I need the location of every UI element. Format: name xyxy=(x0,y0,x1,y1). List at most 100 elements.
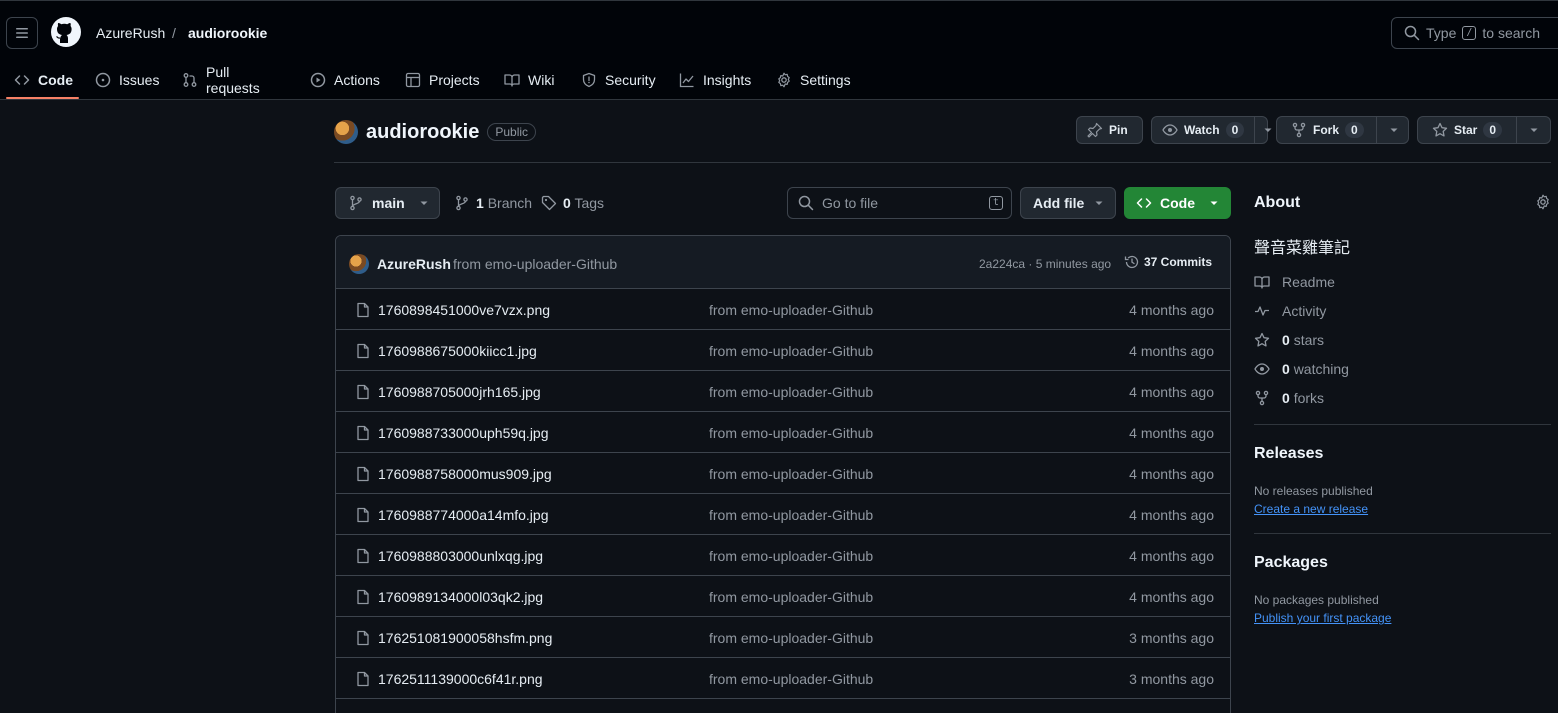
file-row[interactable]: 1760898451000ve7vzx.png from emo-uploader… xyxy=(336,289,1230,330)
packages-title[interactable]: Packages xyxy=(1254,554,1328,572)
file-name[interactable]: 1760898451000ve7vzx.png xyxy=(378,302,550,318)
file-row[interactable]: 176251081900058hsfm.png from emo-uploader… xyxy=(336,617,1230,658)
tab-projects[interactable]: Projects xyxy=(405,60,480,100)
file-name[interactable]: 1760989134000l03qk2.jpg xyxy=(378,589,543,605)
tab-issues[interactable]: Issues xyxy=(95,60,159,100)
tab-code[interactable]: Code xyxy=(14,60,73,100)
tab-actions-label: Actions xyxy=(334,72,380,88)
tags-link[interactable]: 0 Tags xyxy=(541,187,604,219)
file-row[interactable]: 1762511139000c6f41r.png from emo-uploader… xyxy=(336,658,1230,699)
add-file-button[interactable]: Add file xyxy=(1020,187,1116,219)
menu-button[interactable] xyxy=(6,17,38,49)
branch-icon xyxy=(350,195,362,211)
watch-button[interactable]: Watch 0 xyxy=(1151,116,1272,144)
commits-link[interactable]: 37 Commits xyxy=(1124,254,1212,270)
file-name[interactable]: 1762511139000c6f41r.png xyxy=(378,671,543,687)
commit-hash-time[interactable]: 2a224ca · 5 minutes ago xyxy=(979,257,1111,271)
readme-link[interactable]: Readme xyxy=(1254,274,1335,290)
tab-security-label: Security xyxy=(605,72,656,88)
file-rows: 1760898451000ve7vzx.png from emo-uploader… xyxy=(336,289,1230,699)
shield-icon xyxy=(582,72,596,88)
file-row[interactable]: 1760988803000unlxqg.jpg from emo-uploader… xyxy=(336,535,1230,576)
eye-icon xyxy=(1254,363,1270,375)
search-input[interactable]: Type / to search xyxy=(1391,17,1558,49)
file-commit-message[interactable]: from emo-uploader-Github xyxy=(709,302,873,318)
branches-link[interactable]: 1 Branch xyxy=(454,187,532,219)
caret-down-icon xyxy=(1095,201,1103,205)
file-row[interactable]: 1760988758000mus909.jpg from emo-uploader… xyxy=(336,453,1230,494)
code-button[interactable]: Code xyxy=(1124,187,1231,219)
stars-link[interactable]: 0 stars xyxy=(1254,332,1324,348)
tag-count-label: Tags xyxy=(574,195,605,211)
file-commit-message[interactable]: from emo-uploader-Github xyxy=(709,630,873,646)
file-commit-message[interactable]: from emo-uploader-Github xyxy=(709,589,873,605)
publish-package-link[interactable]: Publish your first package xyxy=(1254,611,1391,625)
tab-pull-requests[interactable]: Pull requests xyxy=(182,60,260,100)
activity-link[interactable]: Activity xyxy=(1254,303,1326,319)
header-divider xyxy=(334,162,1551,163)
star-icon xyxy=(1432,122,1448,137)
tab-issues-label: Issues xyxy=(119,72,160,88)
branch-count-label: Branch xyxy=(487,195,533,211)
code-button-label: Code xyxy=(1160,195,1195,211)
commit-author-avatar[interactable] xyxy=(349,254,369,274)
caret-down-icon xyxy=(1264,128,1272,132)
search-icon xyxy=(798,195,814,211)
file-row[interactable]: 1760988774000a14mfo.jpg from emo-uploader… xyxy=(336,494,1230,535)
file-row[interactable]: 1760988733000uph59q.jpg from emo-uploader… xyxy=(336,412,1230,453)
fork-dropdown[interactable] xyxy=(1375,117,1411,143)
github-logo-icon[interactable] xyxy=(50,16,82,48)
file-commit-time: 4 months ago xyxy=(1129,589,1214,605)
go-to-file-input[interactable]: Go to file t xyxy=(787,187,1012,219)
file-row[interactable]: 1760989134000l03qk2.jpg from emo-uploader… xyxy=(336,576,1230,617)
tab-security[interactable]: Security xyxy=(581,60,656,100)
watching-link[interactable]: 0 watching xyxy=(1254,361,1349,377)
file-icon xyxy=(357,671,369,687)
eye-icon xyxy=(1162,124,1178,136)
file-name[interactable]: 176251081900058hsfm.png xyxy=(378,630,552,646)
file-commit-message[interactable]: from emo-uploader-Github xyxy=(709,548,873,564)
fork-button[interactable]: Fork 0 xyxy=(1276,116,1409,144)
repo-title[interactable]: audiorookie xyxy=(366,121,479,144)
file-name[interactable]: 1760988705000jrh165.jpg xyxy=(378,384,541,400)
pin-button[interactable]: Pin xyxy=(1076,116,1143,144)
file-row[interactable]: 1760988675000kiicc1.jpg from emo-uploader… xyxy=(336,330,1230,371)
file-name[interactable]: 1760988733000uph59q.jpg xyxy=(378,425,549,441)
breadcrumb-repo[interactable]: audiorookie xyxy=(188,24,267,42)
file-commit-message[interactable]: from emo-uploader-Github xyxy=(709,384,873,400)
file-commit-message[interactable]: from emo-uploader-Github xyxy=(709,425,873,441)
pull-request-icon xyxy=(183,73,197,87)
file-name[interactable]: 1760988675000kiicc1.jpg xyxy=(378,343,537,359)
file-name[interactable]: 1760988803000unlxqg.jpg xyxy=(378,548,543,564)
file-commit-message[interactable]: from emo-uploader-Github xyxy=(709,343,873,359)
search-icon xyxy=(1404,25,1420,41)
file-name[interactable]: 1760988758000mus909.jpg xyxy=(378,466,552,482)
readme-label: Readme xyxy=(1282,274,1335,290)
file-row[interactable]: 1760988705000jrh165.jpg from emo-uploader… xyxy=(336,371,1230,412)
file-name[interactable]: 1760988774000a14mfo.jpg xyxy=(378,507,549,523)
star-label: Star xyxy=(1454,123,1478,137)
commit-author[interactable]: AzureRush xyxy=(377,256,451,272)
gear-icon[interactable] xyxy=(1535,194,1551,210)
star-dropdown[interactable] xyxy=(1516,117,1551,143)
branch-selector[interactable]: main xyxy=(335,187,440,219)
tab-wiki[interactable]: Wiki xyxy=(504,60,554,100)
file-commit-message[interactable]: from emo-uploader-Github xyxy=(709,507,873,523)
file-list: AzureRush from emo-uploader-Github 2a224… xyxy=(335,235,1231,713)
file-commit-message[interactable]: from emo-uploader-Github xyxy=(709,466,873,482)
create-release-link[interactable]: Create a new release xyxy=(1254,502,1368,516)
watch-count: 0 xyxy=(1225,122,1245,138)
star-count: 0 xyxy=(1483,122,1503,138)
tab-actions[interactable]: Actions xyxy=(310,60,380,100)
tab-settings[interactable]: Settings xyxy=(776,60,851,100)
commit-message[interactable]: from emo-uploader-Github xyxy=(453,256,617,272)
forks-link[interactable]: 0 forks xyxy=(1254,390,1324,406)
forks-count: 0 xyxy=(1282,390,1290,406)
tab-insights[interactable]: Insights xyxy=(679,60,751,100)
breadcrumb-owner[interactable]: AzureRush xyxy=(96,24,165,42)
releases-title[interactable]: Releases xyxy=(1254,445,1323,463)
file-commit-message[interactable]: from emo-uploader-Github xyxy=(709,671,873,687)
owner-avatar[interactable] xyxy=(334,120,358,144)
fork-icon xyxy=(1292,122,1306,138)
star-button[interactable]: Star 0 xyxy=(1417,116,1551,144)
